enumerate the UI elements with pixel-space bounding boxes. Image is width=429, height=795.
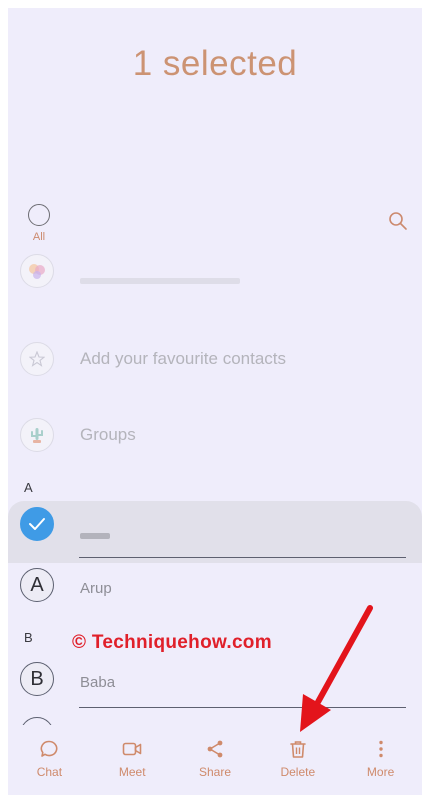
screen: 1 selected All Add your favourite contac…: [8, 8, 422, 795]
favourites-label: Add your favourite contacts: [80, 349, 287, 368]
favourites-avatar: [20, 342, 54, 376]
section-header-a: A: [24, 480, 33, 495]
video-icon: [122, 742, 142, 756]
delete-label: Delete: [280, 765, 316, 779]
delete-button[interactable]: Delete: [256, 725, 339, 795]
more-vertical-icon: [378, 740, 383, 758]
contact-avatar: B: [20, 662, 54, 696]
favourites-row[interactable]: Add your favourite contacts: [8, 330, 422, 390]
more-label: More: [366, 765, 395, 779]
contact-row-arup[interactable]: A Arup: [8, 563, 422, 623]
row-divider: [79, 557, 406, 558]
section-header-b: B: [24, 630, 33, 645]
selected-check-avatar[interactable]: [20, 507, 54, 541]
groups-label: Groups: [80, 425, 136, 444]
groups-row[interactable]: Groups: [8, 406, 422, 466]
profile-avatar: [20, 254, 54, 288]
profile-sticker-icon: [29, 264, 45, 279]
watermark: © Techniquehow.com: [72, 632, 272, 653]
contact-row-baba[interactable]: B Baba: [8, 658, 422, 718]
meet-label: Meet: [118, 765, 146, 779]
select-all-radio[interactable]: [28, 204, 50, 226]
star-icon: [29, 351, 45, 367]
selected-contact-row[interactable]: [8, 501, 422, 563]
contact-avatar: A: [20, 568, 54, 602]
share-label: Share: [198, 765, 231, 779]
share-button[interactable]: Share: [174, 725, 257, 795]
selected-contact-name-cutoff: [80, 533, 110, 539]
chat-label: Chat: [36, 765, 63, 779]
groups-avatar: [20, 418, 54, 452]
chat-icon: [40, 740, 58, 757]
contact-name: Arup: [80, 580, 112, 597]
profile-name-cutoff: [80, 278, 240, 284]
contact-name: Baba: [80, 674, 116, 691]
meet-button[interactable]: Meet: [91, 725, 174, 795]
cactus-icon: [31, 428, 43, 443]
page-title: 1 selected: [132, 44, 298, 83]
select-all-checkbox[interactable]: All: [24, 204, 54, 243]
checkmark-icon: [29, 518, 45, 530]
row-divider: [79, 707, 406, 708]
share-icon: [207, 740, 223, 758]
profile-row[interactable]: [8, 242, 422, 302]
more-button[interactable]: More: [339, 725, 422, 795]
chat-button[interactable]: Chat: [8, 725, 91, 795]
bottom-action-bar: Chat Meet Share Delete More: [8, 725, 422, 795]
trash-icon: [289, 741, 306, 758]
search-icon[interactable]: [388, 211, 408, 231]
